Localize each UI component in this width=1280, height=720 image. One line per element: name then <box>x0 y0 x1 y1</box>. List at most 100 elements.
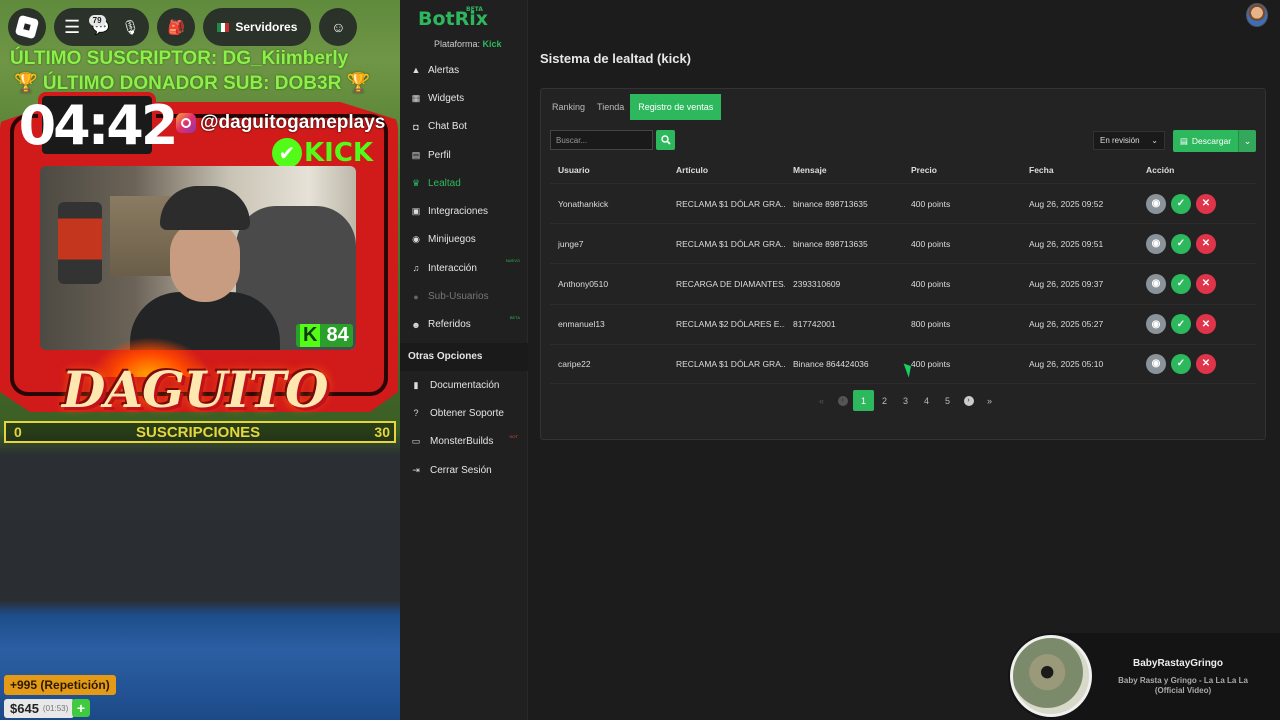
chat-icon[interactable]: 💬 79 <box>88 14 110 36</box>
backpack-icon: 🎒 <box>167 18 186 35</box>
sidebar-item-integraciones[interactable]: ▣ Integraciones <box>400 197 528 225</box>
page-2-button[interactable]: 2 <box>874 390 895 411</box>
roblox-logo-icon <box>14 14 40 40</box>
countdown-timer: 04:42 <box>18 92 178 158</box>
sidebar-item-chat-bot[interactable]: ◘ Chat Bot <box>400 113 528 141</box>
sidebar-item-alertas[interactable]: ▲ Alertas <box>400 56 528 84</box>
download-options-button[interactable]: ⌄ <box>1238 130 1256 152</box>
sidebar-item-label: Sub-Usuarios <box>428 291 489 303</box>
reject-x-icon[interactable]: ✕ <box>1196 314 1216 335</box>
sidebar-item-monsterbuilds[interactable]: ▭ MonsterBuilds HOT <box>400 428 528 456</box>
view-eye-icon[interactable]: ◉ <box>1146 193 1166 214</box>
sidebar-nav: ▲ Alertas ▦ Widgets ◘ Chat Bot ▤ Perfil ♛ Lea… <box>400 56 528 484</box>
user-avatar[interactable] <box>1246 3 1268 27</box>
page-4-button[interactable]: 4 <box>916 390 937 411</box>
approve-check-icon[interactable]: ✓ <box>1171 193 1191 214</box>
grid-icon: ▦ <box>411 92 421 103</box>
sidebar-item-perfil[interactable]: ▤ Perfil <box>400 141 528 169</box>
cell-user: Yonathankick <box>558 198 609 209</box>
warning-icon: ▲ <box>411 65 421 76</box>
download-button[interactable]: ▤ Descargar <box>1173 130 1238 152</box>
next-page-button[interactable]: › <box>958 390 979 411</box>
sidebar-item-referidos[interactable]: ☻ Referidos BETA <box>400 311 528 339</box>
status-filter-select[interactable]: En revisión ⌄ <box>1093 131 1165 150</box>
last-page-button[interactable]: » <box>979 390 1000 411</box>
face <box>170 222 240 302</box>
add-money-button[interactable]: + <box>72 699 90 717</box>
sidebar-item-cerrar-sesion[interactable]: ⇥ Cerrar Sesión <box>400 456 528 484</box>
botrix-dashboard: BotRix BETA Plataforma: Kick ▲ Alertas ▦ Wi… <box>400 0 1280 720</box>
help-icon: ? <box>413 408 419 419</box>
donation-badge: +995 (Repetición) <box>4 675 116 695</box>
table-row: Anthony0510 RECARGA DE DIAMANTES... 2393… <box>550 263 1256 303</box>
view-eye-icon[interactable]: ◉ <box>1146 353 1166 374</box>
reject-x-icon[interactable]: ✕ <box>1196 233 1216 254</box>
kick-count-value: 84 <box>326 324 349 346</box>
search-input[interactable] <box>550 130 653 150</box>
sidebar-item-widgets[interactable]: ▦ Widgets <box>400 84 528 112</box>
approve-check-icon[interactable]: ✓ <box>1171 273 1191 294</box>
servers-button[interactable]: Servidores <box>203 8 312 46</box>
cell-date: Aug 26, 2025 05:10 <box>1029 358 1104 369</box>
cell-date: Aug 26, 2025 05:27 <box>1029 319 1104 330</box>
new-tag: NUEVO <box>505 258 520 264</box>
sidebar-item-documentacion[interactable]: ▮ Documentación <box>400 371 528 399</box>
approve-check-icon[interactable]: ✓ <box>1171 353 1191 374</box>
platform-indicator: Plataforma: Kick <box>434 39 502 49</box>
sidebar-item-label: Alertas <box>428 64 460 76</box>
microphone-icon[interactable]: 🎙 <box>122 19 140 36</box>
roblox-topbar: ☰ 💬 79 🎙 🎒 Servidores ☺ <box>8 8 358 46</box>
view-eye-icon[interactable]: ◉ <box>1146 233 1166 254</box>
sidebar-item-interaccion[interactable]: ♫ Interacción NUEVO <box>400 254 528 282</box>
header-fecha: Fecha <box>1029 165 1054 175</box>
sidebar-item-label: MonsterBuilds <box>430 436 494 448</box>
sidebar-item-soporte[interactable]: ? Obtener Soporte <box>400 399 528 427</box>
cell-message: 2393310609 <box>793 278 841 289</box>
search-button[interactable] <box>656 130 675 150</box>
table-row: enmanuel13 RECLAMA $2 DÓLARES E... 81774… <box>550 303 1256 344</box>
reject-x-icon[interactable]: ✕ <box>1196 273 1216 294</box>
reject-x-icon[interactable]: ✕ <box>1196 353 1216 374</box>
tab-tienda[interactable]: Tienda <box>591 94 630 120</box>
hamburger-icon[interactable]: ☰ <box>64 17 80 38</box>
cell-date: Aug 26, 2025 09:51 <box>1029 238 1104 249</box>
sidebar-item-label: Cerrar Sesión <box>430 464 492 476</box>
approve-check-icon[interactable]: ✓ <box>1171 314 1191 335</box>
instagram-text: @daguitogameplays <box>200 112 386 133</box>
sidebar-item-label: Minijuegos <box>428 234 476 246</box>
page-3-button[interactable]: 3 <box>895 390 916 411</box>
first-page-button[interactable]: « <box>811 390 832 411</box>
sidebar-item-label: Integraciones <box>428 206 489 218</box>
table-header: Usuario Artículo Mensaje Precio Fecha Ac… <box>550 157 1256 183</box>
roblox-menu-button[interactable] <box>8 8 46 46</box>
page-title: Sistema de lealtad (kick) <box>540 51 692 66</box>
logout-icon: ⇥ <box>412 464 420 475</box>
approve-check-icon[interactable]: ✓ <box>1171 233 1191 254</box>
tab-registro-de-ventas[interactable]: Registro de ventas <box>630 94 722 120</box>
cell-item: RECLAMA $2 DÓLARES E... <box>676 319 785 330</box>
page-1-button[interactable]: 1 <box>853 390 874 411</box>
view-eye-icon[interactable]: ◉ <box>1146 273 1166 294</box>
tab-ranking[interactable]: Ranking <box>546 94 591 120</box>
trophy-icon: ♛ <box>411 177 421 188</box>
reject-x-icon[interactable]: ✕ <box>1196 193 1216 214</box>
prev-page-button[interactable]: ‹ <box>832 390 853 411</box>
sidebar-item-lealtad[interactable]: ♛ Lealtad <box>400 169 528 197</box>
chevron-down-icon: ⌄ <box>1243 135 1252 146</box>
cell-message: binance 898713635 <box>793 198 868 209</box>
download-label: Descargar <box>1191 136 1232 146</box>
brand-logo[interactable]: BotRix BETA <box>418 6 488 30</box>
streamer-name-logo: DAGUITO <box>62 360 329 419</box>
backpack-button[interactable]: 🎒 <box>157 8 196 46</box>
cap <box>160 186 250 230</box>
page-5-button[interactable]: 5 <box>937 390 958 411</box>
sidebar-item-minijuegos[interactable]: ◉ Minijuegos <box>400 226 528 254</box>
sub-goal-label: SUSCRIPCIONES <box>136 423 261 441</box>
view-eye-icon[interactable]: ◉ <box>1146 314 1166 335</box>
emote-button[interactable]: ☺ <box>319 8 358 46</box>
cell-price: 800 points <box>911 319 951 330</box>
instagram-icon <box>176 113 196 133</box>
cell-user: enmanuel13 <box>558 319 605 330</box>
other-options-heading: Otras Opciones <box>400 342 528 371</box>
chevron-right-icon: › <box>963 395 974 406</box>
